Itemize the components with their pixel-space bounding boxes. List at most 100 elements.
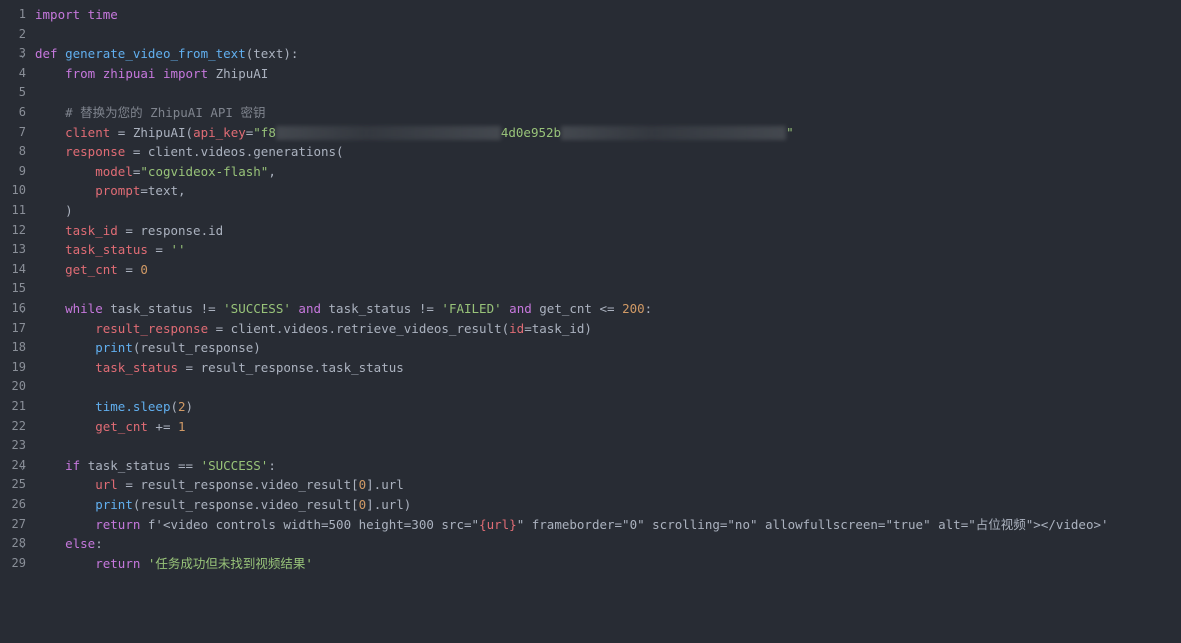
code-line[interactable]: 9 model="cogvideox-flash",: [0, 162, 1181, 182]
code-token: client: [65, 124, 111, 140]
code-line[interactable]: 3 ⌄ def generate_video_from_text(text):: [0, 44, 1181, 64]
code-token: task_status: [65, 242, 148, 258]
code-text: task_status = '': [35, 240, 186, 260]
code-line[interactable]: 18 print(result_response): [0, 338, 1181, 358]
code-token: from zhipuai import: [65, 65, 216, 81]
code-text: else:: [35, 534, 103, 554]
code-text: ): [35, 201, 73, 221]
code-token: model: [95, 163, 133, 179]
code-line[interactable]: 15: [0, 279, 1181, 299]
code-token: '': [170, 242, 186, 258]
line-number: 22: [11, 418, 26, 433]
code-line[interactable]: 11 ): [0, 201, 1181, 221]
code-line[interactable]: 26 print(result_response.video_result[0]…: [0, 495, 1181, 515]
code-token: id: [509, 320, 525, 336]
code-line[interactable]: 21 time.sleep(2): [0, 397, 1181, 417]
code-text: get_cnt += 1: [35, 417, 185, 437]
code-line[interactable]: 5: [0, 83, 1181, 103]
code-token: task_status ==: [87, 457, 201, 473]
code-line[interactable]: 16 ⌄ while task_status != 'SUCCESS' and t…: [0, 299, 1181, 319]
code-token: result_response: [95, 320, 209, 336]
line-number: 15: [11, 281, 26, 296]
code-line[interactable]: 6 # 替换为您的 ZhipuAI API 密钥: [0, 103, 1181, 123]
code-line[interactable]: 27 return f'<video controls width=500 he…: [0, 515, 1181, 535]
code-line[interactable]: 4 from zhipuai import ZhipuAI: [0, 64, 1181, 84]
code-token: ): [35, 203, 73, 218]
code-line[interactable]: 2: [0, 25, 1181, 45]
code-text: from zhipuai import ZhipuAI: [35, 64, 268, 84]
code-token: 0: [140, 261, 148, 277]
line-number: 17: [11, 320, 26, 335]
line-number: 8: [18, 144, 26, 159]
code-line[interactable]: 25 url = result_response.video_result[0]…: [0, 475, 1181, 495]
code-token: print: [95, 497, 133, 512]
code-text: import time: [35, 5, 118, 25]
code-line[interactable]: 8 response = client.videos.generations(: [0, 142, 1181, 162]
code-token: import time: [35, 7, 118, 22]
code-token: task_status !=: [328, 301, 442, 316]
code-token: 2: [178, 399, 186, 414]
code-token: :: [95, 536, 103, 552]
code-line[interactable]: 7 client = ZhipuAI(api_key="f8 4d0e952b ": [0, 123, 1181, 143]
code-text: return '任务成功但未找到视频结果': [35, 554, 313, 574]
line-number: 9: [18, 163, 26, 178]
code-token: +=: [147, 418, 179, 434]
code-token: generate_video_from_text: [65, 46, 246, 62]
code-text: print(result_response): [35, 338, 261, 358]
code-line[interactable]: 17 result_response = client.videos.retri…: [0, 319, 1181, 339]
code-token: "cogvideox-flash": [140, 163, 269, 179]
code-line[interactable]: 12 task_id = response.id: [0, 221, 1181, 241]
code-text: prompt=text,: [35, 181, 185, 201]
code-line[interactable]: 13 task_status = '': [0, 240, 1181, 260]
code-line[interactable]: 28 ⌄ else:: [0, 534, 1181, 554]
code-token: print: [95, 340, 133, 356]
code-token: task_status: [95, 359, 179, 375]
code-token: get_cnt <=: [539, 301, 623, 316]
code-token: get_cnt: [95, 418, 148, 434]
line-number: 6: [18, 105, 26, 119]
code-line[interactable]: 22 get_cnt += 1: [0, 417, 1181, 437]
code-token: = result_response.video_result[: [117, 477, 359, 493]
line-number: 4: [18, 65, 26, 80]
code-line[interactable]: 24 ⌄ if task_status == 'SUCCESS':: [0, 456, 1181, 476]
line-number: 18: [11, 340, 26, 355]
line-number: 12: [11, 222, 26, 237]
code-text: task_status = result_response.task_statu…: [35, 358, 404, 378]
code-text: client = ZhipuAI(api_key="f8 4d0e952b ": [35, 123, 794, 143]
code-token: 'SUCCESS': [200, 457, 269, 473]
redacted-api-key-blur: [561, 126, 787, 141]
code-line[interactable]: 10 prompt=text,: [0, 181, 1181, 201]
code-token: =: [147, 242, 171, 258]
code-line[interactable]: 1 import time: [0, 5, 1181, 25]
code-text: while task_status != 'SUCCESS' and task_…: [35, 299, 652, 319]
line-number: 20: [11, 379, 26, 394]
line-number: 19: [11, 359, 26, 374]
code-editor[interactable]: 1 import time 2 3 ⌄ def generate_video_from_t…: [0, 0, 1181, 643]
code-token: 4d0e952b: [500, 124, 562, 140]
code-text: print(result_response.video_result[0].ur…: [35, 495, 411, 515]
code-token: 'SUCCESS': [223, 301, 291, 316]
code-line[interactable]: 14 get_cnt = 0: [0, 260, 1181, 280]
code-token: prompt: [95, 183, 141, 199]
code-line[interactable]: 29 return '任务成功但未找到视频结果': [0, 554, 1181, 574]
code-line[interactable]: 20: [0, 377, 1181, 397]
line-number: 7: [18, 124, 26, 139]
code-line[interactable]: 19 task_status = result_response.task_st…: [0, 358, 1181, 378]
line-number: 11: [11, 203, 26, 217]
code-line[interactable]: 23: [0, 436, 1181, 456]
line-number: 29: [11, 555, 26, 570]
code-token: = response.id: [117, 222, 224, 238]
